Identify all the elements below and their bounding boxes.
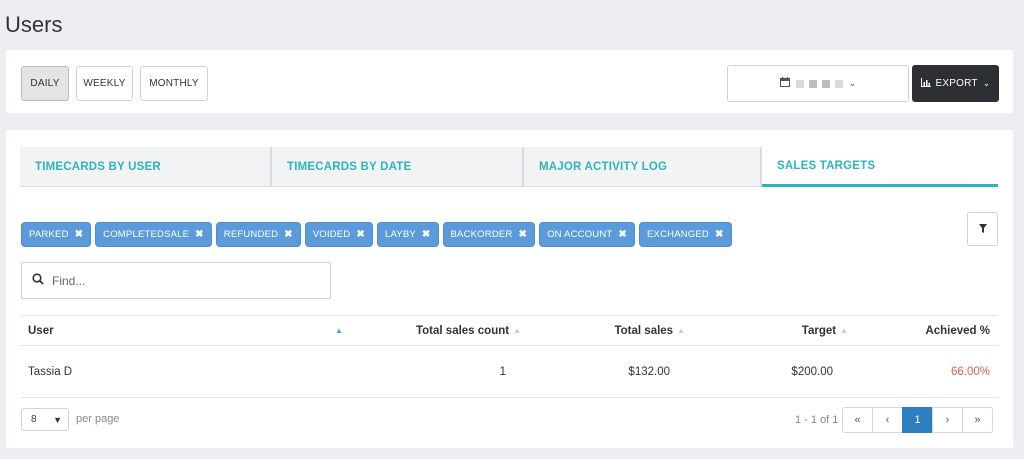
filter-chip-voided[interactable]: VOIDED ✖ bbox=[304, 222, 373, 247]
date-range-picker[interactable]: ⌄ bbox=[727, 65, 909, 102]
close-icon[interactable]: ✖ bbox=[195, 229, 204, 240]
page-title: Users bbox=[5, 12, 63, 37]
per-page-select[interactable]: 8 ▼ bbox=[21, 408, 69, 431]
column-header-target[interactable]: Target ▲︎ bbox=[802, 316, 848, 345]
table-footer: 8 ▼ per page 1 - 1 of 1 « ‹ 1 › » bbox=[21, 407, 998, 435]
monthly-button[interactable]: MONTHLY bbox=[140, 66, 208, 101]
close-icon[interactable]: ✖ bbox=[356, 229, 365, 240]
cell-achieved: 66.00% bbox=[950, 365, 990, 378]
sort-icon: ▲︎ bbox=[677, 326, 685, 335]
pagination: « ‹ 1 › » bbox=[842, 407, 993, 433]
close-icon[interactable]: ✖ bbox=[518, 229, 527, 240]
close-icon[interactable]: ✖ bbox=[284, 229, 293, 240]
page-info: 1 - 1 of 1 bbox=[795, 414, 839, 426]
calendar-icon bbox=[779, 77, 790, 90]
column-header-total-sales[interactable]: Total sales ▲︎ bbox=[614, 316, 685, 345]
report-tabs: TIMECARDS BY USER TIMECARDS BY DATE MAJO… bbox=[20, 147, 998, 187]
prev-page-button[interactable]: ‹ bbox=[872, 407, 903, 433]
table-row[interactable]: Tassia D 1 $132.00 $200.00 66.00% bbox=[21, 346, 998, 398]
filter-button[interactable] bbox=[967, 212, 998, 246]
filter-chip-parked[interactable]: PARKED ✖ bbox=[21, 222, 92, 247]
column-header-user[interactable]: User bbox=[28, 316, 54, 345]
chevron-down-icon: ⌄ bbox=[848, 78, 857, 88]
filter-chip-exchanged[interactable]: EXCHANGED ✖ bbox=[639, 222, 732, 247]
sort-icon: ▲︎ bbox=[840, 326, 848, 335]
cell-target: $200.00 bbox=[791, 365, 833, 378]
column-header-total-sales-count[interactable]: Total sales count ▲︎ bbox=[416, 316, 521, 345]
table-header: User ▲ Total sales count ▲︎ Total sales ▲︎… bbox=[21, 315, 998, 346]
filter-chip-completedsale[interactable]: COMPLETEDSALE ✖ bbox=[95, 222, 212, 247]
close-icon[interactable]: ✖ bbox=[422, 229, 431, 240]
tab-major-activity-log[interactable]: MAJOR ACTIVITY LOG bbox=[524, 147, 762, 187]
daily-button[interactable]: DAILY bbox=[21, 66, 69, 101]
page-1-button[interactable]: 1 bbox=[902, 407, 933, 433]
close-icon[interactable]: ✖ bbox=[618, 229, 627, 240]
column-header-achieved[interactable]: Achieved % bbox=[925, 316, 990, 345]
close-icon[interactable]: ✖ bbox=[75, 229, 84, 240]
first-page-button[interactable]: « bbox=[842, 407, 873, 433]
chevron-down-icon: ▼ bbox=[53, 414, 62, 425]
filter-chip-backorder[interactable]: BACKORDER ✖ bbox=[442, 222, 536, 247]
weekly-button[interactable]: WEEKLY bbox=[76, 66, 133, 101]
chevron-down-icon: ⌄ bbox=[982, 78, 991, 88]
sales-targets-panel: TIMECARDS BY USER TIMECARDS BY DATE MAJO… bbox=[6, 130, 1013, 448]
export-button[interactable]: EXPORT ⌄ bbox=[912, 65, 999, 102]
filter-icon bbox=[978, 220, 987, 238]
close-icon[interactable]: ✖ bbox=[715, 229, 724, 240]
last-page-button[interactable]: » bbox=[962, 407, 993, 433]
next-page-button[interactable]: › bbox=[932, 407, 963, 433]
sort-icon: ▲︎ bbox=[513, 326, 521, 335]
toolbar: DAILY WEEKLY MONTHLY ⌄ EXPORT ⌄ bbox=[6, 50, 1013, 113]
tab-sales-targets[interactable]: SALES TARGETS bbox=[762, 147, 998, 187]
bar-chart-icon bbox=[920, 77, 931, 90]
cell-total-sales: $132.00 bbox=[628, 365, 670, 378]
status-filter-chips: PARKED ✖ COMPLETEDSALE ✖ REFUNDED ✖ VOIDED ✖… bbox=[21, 222, 732, 247]
export-label: EXPORT bbox=[935, 78, 978, 89]
filter-chip-refunded[interactable]: REFUNDED ✖ bbox=[215, 222, 301, 247]
per-page-label: per page bbox=[76, 413, 120, 425]
search-icon bbox=[32, 272, 44, 290]
filter-chip-layby[interactable]: LAYBY ✖ bbox=[376, 222, 439, 247]
tab-timecards-by-date[interactable]: TIMECARDS BY DATE bbox=[272, 147, 524, 187]
date-range-redacted bbox=[795, 79, 843, 88]
cell-total-sales-count: 1 bbox=[499, 365, 506, 378]
cell-user: Tassia D bbox=[28, 365, 73, 378]
filter-chip-on-account[interactable]: ON ACCOUNT ✖ bbox=[539, 222, 636, 247]
search-input[interactable] bbox=[52, 273, 312, 288]
search-box bbox=[21, 262, 331, 299]
tab-timecards-by-user[interactable]: TIMECARDS BY USER bbox=[20, 147, 272, 187]
sort-asc-icon[interactable]: ▲ bbox=[335, 316, 343, 345]
